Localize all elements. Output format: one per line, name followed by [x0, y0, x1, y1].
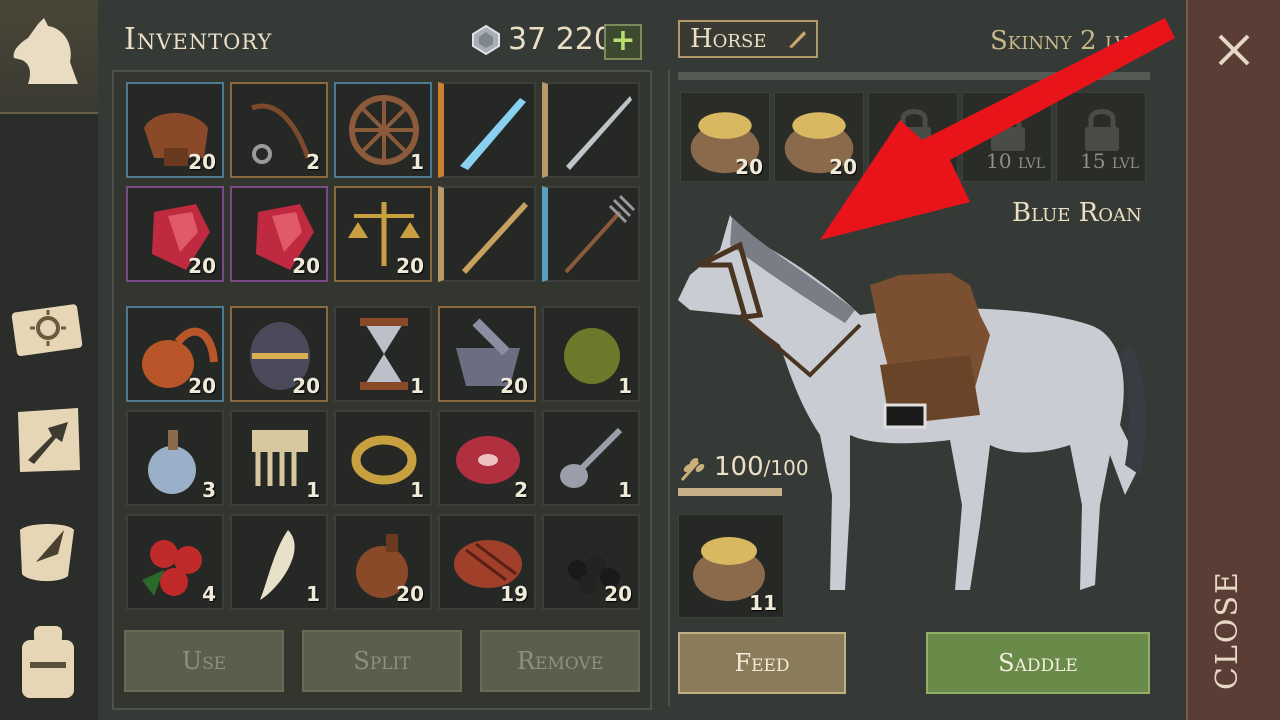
slot-count: 20 [292, 254, 320, 278]
feed-slot[interactable]: 11 [678, 514, 784, 618]
feed-button[interactable]: Feed [678, 632, 846, 694]
inventory-slot-ice-sword[interactable] [438, 82, 536, 178]
slot-count: 1 [410, 478, 424, 502]
horse-slot-feed-sack[interactable]: 20 [680, 92, 770, 182]
slot-count: 20 [188, 150, 216, 174]
inventory-slot-fang[interactable]: 1 [230, 514, 328, 610]
slot-count: 20 [735, 155, 763, 179]
food-meter-value: 100/100 [714, 452, 809, 482]
slot-count: 1 [410, 374, 424, 398]
slot-count: 1 [618, 374, 632, 398]
horse-tab[interactable]: Horse [678, 20, 818, 58]
inventory-slot-ruby[interactable]: 20 [126, 186, 224, 282]
slot-count: 20 [396, 254, 424, 278]
slot-count: 20 [500, 374, 528, 398]
inventory-slot-ring[interactable]: 1 [334, 410, 432, 506]
use-button[interactable]: Use [124, 630, 284, 692]
inventory-slot-gourd[interactable]: 20 [126, 306, 224, 402]
inventory-slot-berries[interactable]: 4 [126, 514, 224, 610]
backpack-icon[interactable] [8, 620, 88, 700]
ice-sword-icon [460, 98, 526, 170]
annotation-arrow [820, 18, 1175, 240]
inventory-title: Inventory [124, 22, 273, 57]
close-label[interactable]: CLOSE [1200, 570, 1260, 690]
inventory-slot-mortar[interactable]: 20 [438, 306, 536, 402]
longsword-icon [566, 96, 632, 170]
slot-count: 1 [410, 150, 424, 174]
add-currency-button[interactable]: + [604, 24, 642, 60]
inventory-slot-wheel[interactable]: 1 [334, 82, 432, 178]
gem-currency-icon [472, 24, 500, 56]
inventory-slot-herb-ball[interactable]: 1 [542, 306, 640, 402]
currency-amount: 37 220 [508, 22, 613, 57]
inventory-slot-raw-meat[interactable]: 2 [438, 410, 536, 506]
wheat-icon [680, 458, 705, 481]
pitchfork-icon [564, 194, 636, 274]
food-value: 100 [714, 452, 764, 482]
inventory-slot-longsword[interactable] [542, 82, 640, 178]
inventory-slot-egg[interactable]: 20 [230, 306, 328, 402]
inventory-slot-flask[interactable]: 20 [334, 514, 432, 610]
close-icon[interactable] [1212, 28, 1256, 72]
inventory-slot-coal[interactable]: 20 [542, 514, 640, 610]
journal-sun-icon[interactable] [8, 290, 88, 370]
scroll-quill-icon[interactable] [8, 510, 88, 590]
slot-count: 19 [500, 582, 528, 606]
slot-count: 2 [306, 150, 320, 174]
remove-button[interactable]: Remove [480, 630, 640, 692]
slot-count: 20 [604, 582, 632, 606]
horse-head-icon [13, 18, 78, 84]
food-max: /100 [763, 456, 809, 480]
slot-count: 4 [202, 582, 216, 606]
nav-horse-tab[interactable] [0, 0, 98, 114]
inventory-slot-pitchfork[interactable] [542, 186, 640, 282]
slot-count: 1 [618, 478, 632, 502]
inventory-slot-bridle[interactable]: 2 [230, 82, 328, 178]
inventory-slot-ruby[interactable]: 20 [230, 186, 328, 282]
inventory-slot-wooden-sword[interactable] [438, 186, 536, 282]
slot-count: 20 [396, 582, 424, 606]
inventory-slot-comb[interactable]: 1 [230, 410, 328, 506]
slot-count: 20 [188, 254, 216, 278]
wooden-sword-icon [462, 202, 528, 274]
slot-count: 2 [514, 478, 528, 502]
horse-tab-label: Horse [690, 24, 767, 54]
food-bar [678, 488, 782, 496]
saddle-button[interactable]: Saddle [926, 632, 1150, 694]
inventory-slot-scales[interactable]: 20 [334, 186, 432, 282]
inventory-slot-spoon[interactable]: 1 [542, 410, 640, 506]
inventory-slot-saddle[interactable]: 20 [126, 82, 224, 178]
inventory-slot-hourglass[interactable]: 1 [334, 306, 432, 402]
slot-count: 20 [188, 374, 216, 398]
slot-count: 1 [306, 582, 320, 606]
slot-count: 3 [202, 478, 216, 502]
slot-count: 1 [306, 478, 320, 502]
slot-count: 20 [292, 374, 320, 398]
split-button[interactable]: Split [302, 630, 462, 692]
feed-slot-count: 11 [749, 591, 777, 615]
inventory-slot-grilled-meat[interactable]: 19 [438, 514, 536, 610]
inventory-slot-potion[interactable]: 3 [126, 410, 224, 506]
map-arrow-icon[interactable] [8, 400, 88, 480]
